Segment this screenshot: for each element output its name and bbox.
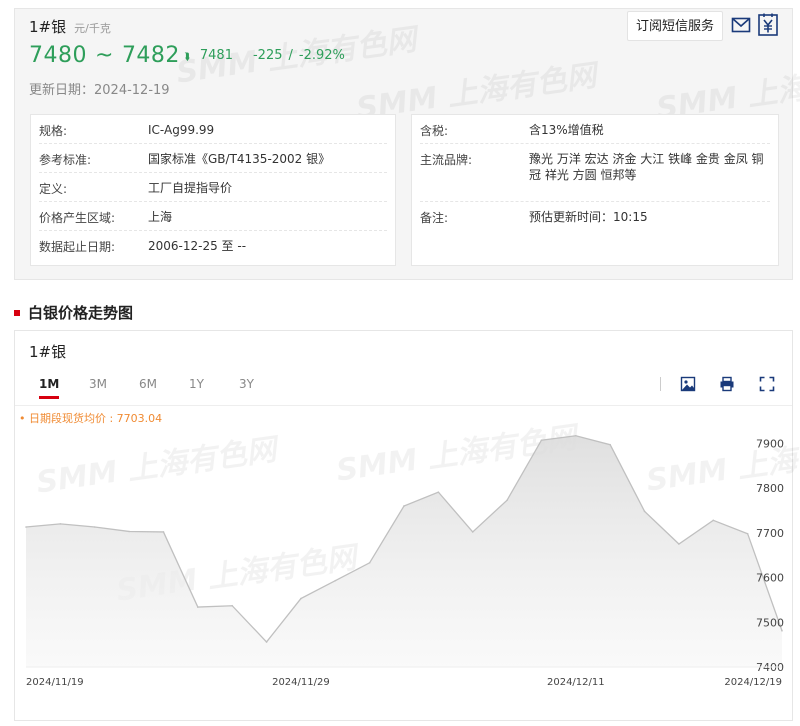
price-change-percent: -2.92%	[298, 48, 345, 63]
data-point	[300, 597, 302, 600]
data-point	[712, 519, 715, 522]
data-point	[609, 443, 611, 446]
title-row: 1#银 元/千克	[29, 16, 111, 37]
data-point	[575, 434, 577, 437]
average-price: 7481	[199, 48, 233, 63]
spec-table-right: 含税: 含13%增值税 主流品牌: 豫光 万洋 宏达 济金 大江 铁峰 金贵 金…	[411, 114, 779, 266]
x-tick-label: 2024/11/29	[272, 677, 330, 688]
data-point	[128, 530, 130, 533]
price-range-separator: ~	[95, 43, 114, 68]
price-trend-chart: 740075007600770078007900 2024/11/19 2024/…	[25, 434, 784, 688]
y-tick-label: 7500	[756, 616, 784, 629]
data-point	[197, 606, 199, 608]
x-axis: 2024/11/19 2024/11/29 2024/12/11 2024/12/19	[26, 666, 782, 688]
data-point	[746, 532, 749, 535]
change-separator: /	[288, 48, 293, 63]
spec-label: 主流品牌:	[420, 153, 473, 167]
price-change: -225	[252, 48, 283, 63]
spec-value: 2006-12-25 至 --	[148, 239, 247, 253]
spec-label: 数据起止日期:	[39, 240, 116, 254]
price-high: 7482	[121, 43, 180, 68]
data-point	[471, 531, 474, 533]
update-date-label: 更新日期：	[29, 83, 95, 98]
spec-row: 规格: IC-Ag99.99	[39, 115, 387, 144]
spec-table-left: 规格: IC-Ag99.99 参考标准: 国家标准《GB/T4135-2002 …	[30, 114, 396, 266]
price-low: 7480	[29, 43, 87, 68]
data-point	[25, 526, 27, 528]
spec-value: 含13%增值税	[529, 123, 604, 137]
x-tick-label: 2024/12/19	[724, 677, 782, 688]
spec-label: 参考标准:	[39, 153, 92, 167]
spec-row: 参考标准: 国家标准《GB/T4135-2002 银》	[39, 144, 387, 173]
data-point	[437, 491, 440, 493]
subscribe-sms-button[interactable]: 订阅短信服务	[627, 11, 724, 41]
spec-value: 预估更新时间：10:15	[529, 210, 648, 224]
spec-row: 含税: 含13%增值税	[420, 115, 770, 144]
data-point	[231, 604, 233, 607]
price-row: 7480 ~ 7482 ⮯ 7481 -225 / -2.92%	[29, 43, 345, 68]
data-point	[678, 543, 680, 545]
data-point	[781, 629, 783, 632]
update-date-value: 2024-12-19	[94, 83, 170, 98]
spec-row: 定义: 工厂自提指导价	[39, 173, 387, 202]
data-point	[93, 526, 96, 528]
mail-icon[interactable]	[731, 15, 751, 35]
yuan-document-icon[interactable]	[757, 13, 779, 37]
data-point	[334, 579, 337, 582]
price-summary-card: SMM 上海有色网 SMM 上海有色网 SMM 上海有色网 1#银 元/千克 7…	[14, 8, 800, 280]
y-tick-label: 7600	[756, 572, 784, 585]
data-point	[403, 505, 405, 507]
spec-row: 数据起止日期: 2006-12-25 至 --	[39, 231, 387, 261]
data-point	[265, 641, 268, 643]
spec-label: 规格:	[39, 124, 68, 138]
x-tick-label: 2024/11/19	[26, 677, 84, 688]
spec-label: 价格产生区域:	[39, 211, 116, 225]
data-point	[643, 510, 646, 513]
spec-value: 上海	[148, 210, 173, 224]
down-arrow-icon: ⮯	[183, 52, 190, 63]
spec-label: 含税:	[420, 124, 449, 138]
spec-value: 国家标准《GB/T4135-2002 银》	[148, 152, 331, 166]
section-header: 白银价格走势图	[14, 302, 133, 323]
data-point	[506, 499, 508, 501]
y-tick-label: 7800	[756, 482, 784, 495]
data-point	[540, 439, 543, 442]
section-title: 白银价格走势图	[28, 304, 134, 322]
spec-row: 备注: 预估更新时间：10:15	[420, 202, 770, 231]
product-name: 1#银	[29, 18, 67, 36]
data-point	[162, 531, 165, 533]
section-marker	[14, 309, 20, 316]
spec-value: IC-Ag99.99	[148, 123, 215, 137]
price-trend-chart-card: 1#银 1M 3M 6M 1Y 3Y • 日期段现货均价 : 7703.04 S…	[14, 330, 800, 721]
spec-label: 备注:	[420, 211, 449, 225]
spec-value: 豫光 万洋 宏达 济金 大江 铁峰 金贵 金凤 铜冠 祥光 方圆 恒邦等	[529, 152, 764, 182]
spec-value: 工厂自提指导价	[148, 181, 233, 195]
data-point	[59, 523, 62, 525]
price-area-fill	[26, 435, 782, 667]
data-point	[368, 561, 371, 564]
x-tick-label: 2024/12/11	[547, 677, 605, 688]
price-unit: 元/千克	[74, 22, 111, 35]
update-date: 更新日期：2024-12-19	[29, 79, 170, 98]
spec-label: 定义:	[39, 182, 68, 196]
y-tick-label: 7900	[756, 437, 784, 450]
spec-row: 价格产生区域: 上海	[39, 202, 387, 231]
spec-row: 主流品牌: 豫光 万洋 宏达 济金 大江 铁峰 金贵 金凤 铜冠 祥光 方圆 恒…	[420, 144, 770, 202]
y-tick-label: 7700	[756, 527, 784, 540]
